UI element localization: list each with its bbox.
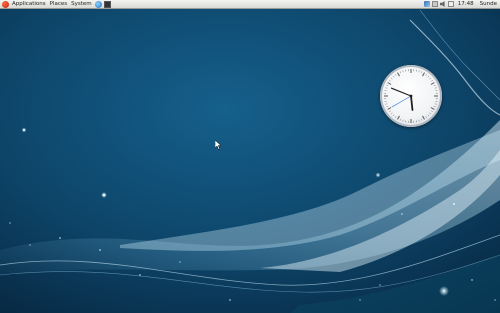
clock-tick bbox=[385, 103, 388, 105]
clock-tick bbox=[429, 112, 432, 115]
mouse-pointer-icon bbox=[215, 140, 222, 150]
volume-icon[interactable] bbox=[439, 1, 445, 7]
clock-tick bbox=[422, 115, 425, 120]
clock-tick bbox=[387, 107, 392, 110]
clock-hour-hand bbox=[410, 95, 414, 111]
clock-center-pin bbox=[409, 94, 413, 98]
clock-tick bbox=[430, 82, 435, 85]
clock-tick bbox=[431, 110, 433, 113]
update-icon[interactable] bbox=[431, 1, 438, 7]
clock-tick bbox=[429, 77, 432, 80]
clock-tick bbox=[427, 114, 430, 117]
applications-menu[interactable]: Applications bbox=[10, 0, 48, 9]
clock-tick bbox=[402, 119, 404, 122]
desktop-clock-widget[interactable] bbox=[380, 65, 442, 127]
terminal-icon[interactable] bbox=[103, 0, 111, 8]
fedora-logo-icon[interactable] bbox=[2, 0, 9, 8]
clock-tick bbox=[434, 103, 437, 105]
system-tray: 17:48 Sunde bbox=[423, 0, 500, 9]
clock-tick bbox=[420, 71, 423, 74]
clock-second-hand bbox=[391, 95, 412, 108]
clock-tick bbox=[433, 84, 436, 87]
clock-tick bbox=[386, 84, 389, 87]
clock-tick bbox=[392, 114, 395, 117]
mail-icon[interactable] bbox=[447, 1, 454, 7]
network-icon[interactable] bbox=[423, 1, 430, 7]
clock-tick bbox=[430, 107, 435, 110]
clock-tick bbox=[387, 82, 392, 85]
user-switcher[interactable]: Sunde bbox=[480, 0, 497, 9]
clock-tick bbox=[420, 118, 423, 121]
clock-tick bbox=[422, 72, 425, 77]
clock-tick bbox=[390, 112, 393, 115]
web-browser-icon[interactable] bbox=[94, 0, 102, 8]
clock-tick bbox=[425, 74, 428, 76]
clock-tick bbox=[394, 116, 397, 118]
places-menu[interactable]: Places bbox=[48, 0, 70, 9]
panel-clock[interactable]: 17:48 bbox=[458, 0, 474, 9]
clock-minute-hand bbox=[390, 87, 412, 97]
clock-tick bbox=[402, 70, 404, 73]
desktop-wallpaper bbox=[0, 0, 500, 313]
clock-tick bbox=[425, 116, 428, 118]
clock-tick bbox=[399, 118, 402, 121]
clock-tick bbox=[392, 75, 395, 78]
clock-tick bbox=[397, 115, 400, 120]
clock-tick bbox=[434, 87, 437, 89]
top-panel: Applications Places System 17:48 Sunde bbox=[0, 0, 500, 9]
clock-tick bbox=[431, 79, 433, 82]
clock-tick bbox=[389, 79, 391, 82]
clock-tick bbox=[427, 75, 430, 78]
clock-tick bbox=[394, 74, 397, 76]
clock-face bbox=[384, 69, 438, 123]
clock-tick bbox=[390, 77, 393, 80]
clock-tick bbox=[418, 70, 420, 73]
system-menu[interactable]: System bbox=[69, 0, 94, 9]
clock-tick bbox=[386, 105, 389, 108]
clock-tick bbox=[385, 87, 388, 89]
clock-tick bbox=[397, 72, 400, 77]
clock-tick bbox=[389, 110, 391, 113]
clock-tick bbox=[433, 105, 436, 108]
clock-tick bbox=[399, 71, 402, 74]
clock-tick bbox=[418, 119, 420, 122]
